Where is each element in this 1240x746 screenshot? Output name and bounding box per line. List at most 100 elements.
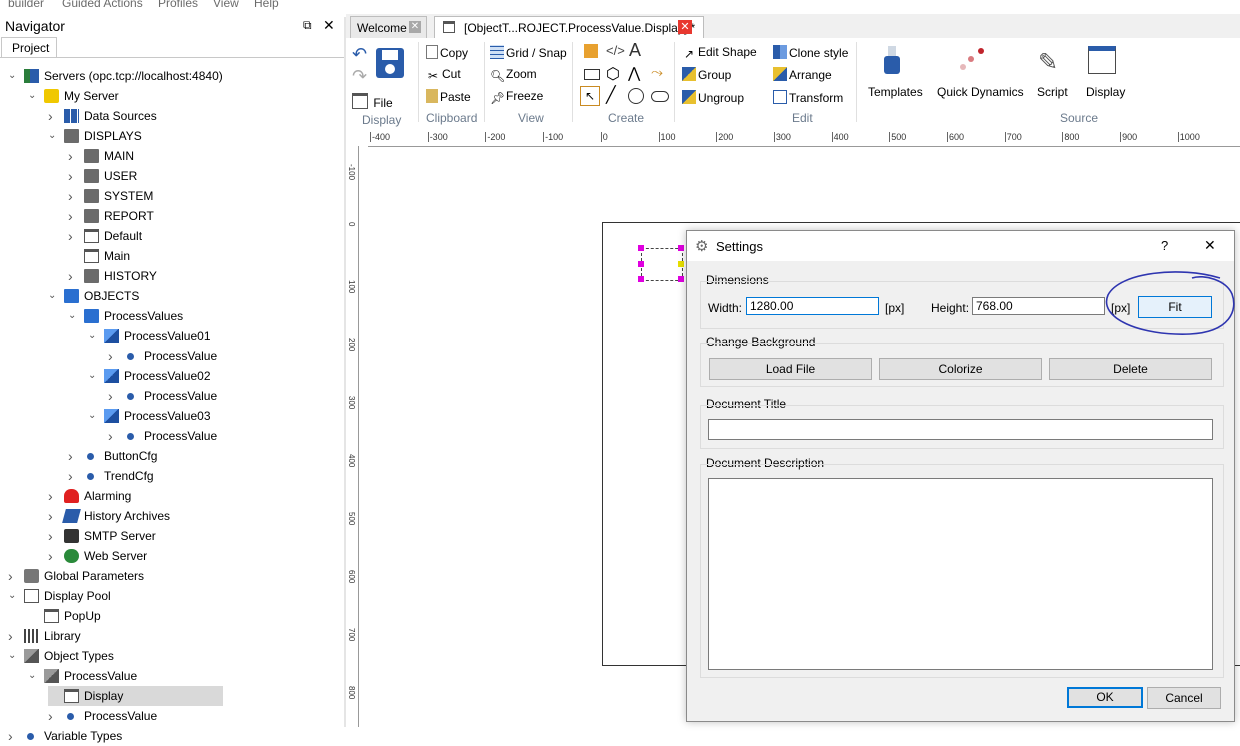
chevron-down-icon[interactable]: ⌄	[28, 86, 40, 106]
menu-view[interactable]: View	[213, 0, 239, 10]
selection-handle[interactable]	[638, 276, 644, 282]
selection-handle[interactable]	[638, 261, 644, 267]
chevron-right-icon[interactable]: ›	[68, 146, 80, 166]
rectangle-icon[interactable]	[584, 69, 600, 80]
chevron-right-icon[interactable]: ›	[68, 446, 80, 466]
close-icon[interactable]: ✕	[409, 21, 421, 33]
menu-help[interactable]: Help	[254, 0, 279, 10]
ellipse-icon[interactable]	[651, 91, 669, 102]
chevron-down-icon[interactable]: ⌄	[8, 66, 20, 86]
display-source-button[interactable]: Display	[1086, 85, 1125, 99]
zoom-button[interactable]: 🔍︎Zoom	[490, 67, 537, 83]
float-icon[interactable]: ⧉	[303, 18, 312, 33]
redo-icon[interactable]: ↷	[352, 66, 367, 87]
menu-builder[interactable]: builder	[8, 0, 44, 10]
chevron-right-icon[interactable]: ›	[48, 506, 60, 526]
tab-project[interactable]: Project	[1, 37, 57, 58]
edit-shape-button[interactable]: ↗ Edit Shape	[682, 45, 757, 61]
cut-button[interactable]: ✂ Cut	[426, 67, 461, 83]
tab-display[interactable]: [ObjectT...ROJECT.ProcessValue.Display] …	[434, 16, 704, 39]
width-input[interactable]	[746, 297, 879, 315]
chevron-right-icon[interactable]: ›	[8, 726, 20, 746]
ruler-tick-label: 200	[716, 132, 734, 142]
line-icon[interactable]: ╱	[606, 85, 616, 105]
circle-icon[interactable]	[628, 88, 644, 104]
arrange-label: Arrange	[789, 68, 832, 82]
menu-profiles[interactable]: Profiles	[158, 0, 198, 10]
copy-button[interactable]: Copy	[426, 45, 468, 60]
close-icon[interactable]: ✕	[678, 20, 692, 34]
arrange-button[interactable]: Arrange	[773, 67, 832, 82]
ruler-tick-label: 400	[831, 132, 849, 142]
undo-icon[interactable]: ↶	[352, 44, 367, 65]
chevron-down-icon[interactable]: ⌄	[88, 326, 100, 346]
script-button[interactable]: Script	[1037, 85, 1068, 99]
image-icon[interactable]	[584, 44, 598, 58]
dialog-titlebar[interactable]: ⚙ Settings ? ✕	[687, 231, 1234, 261]
chevron-right-icon[interactable]: ›	[8, 566, 20, 586]
polygon-icon[interactable]: ⬡	[606, 64, 620, 84]
save-icon[interactable]	[376, 48, 404, 78]
chevron-right-icon[interactable]: ›	[68, 266, 80, 286]
document-title-input[interactable]	[708, 419, 1213, 440]
chevron-right-icon[interactable]: ›	[8, 626, 20, 646]
selected-object[interactable]	[641, 248, 683, 281]
help-button[interactable]: ?	[1161, 238, 1168, 253]
text-icon[interactable]: A	[629, 40, 641, 61]
height-input[interactable]	[972, 297, 1105, 315]
colorize-button[interactable]: Colorize	[879, 358, 1042, 380]
chevron-right-icon[interactable]: ›	[68, 166, 80, 186]
cancel-button[interactable]: Cancel	[1147, 687, 1221, 709]
close-icon[interactable]: ✕	[323, 17, 335, 34]
transform-button[interactable]: Transform	[773, 90, 843, 105]
quick-dynamics-button[interactable]: Quick Dynamics	[937, 85, 1024, 99]
file-button[interactable]: File	[352, 93, 393, 110]
group-label: Group	[698, 68, 732, 82]
templates-button[interactable]: Templates	[868, 85, 923, 99]
chevron-right-icon[interactable]: ›	[68, 466, 80, 486]
clone-style-button[interactable]: Clone style	[773, 45, 848, 60]
selection-handle[interactable]	[678, 245, 684, 251]
freeze-button[interactable]: 📌︎Freeze	[490, 89, 543, 105]
chevron-down-icon[interactable]: ⌄	[48, 126, 60, 146]
chevron-right-icon[interactable]: ›	[108, 426, 120, 446]
chevron-down-icon[interactable]: ⌄	[8, 586, 20, 606]
pipe-icon[interactable]: ⤳	[651, 64, 663, 81]
chevron-down-icon[interactable]: ⌄	[28, 666, 40, 686]
chevron-right-icon[interactable]: ›	[108, 386, 120, 406]
selection-handle[interactable]	[638, 245, 644, 251]
selection-handle[interactable]	[678, 276, 684, 282]
chevron-right-icon[interactable]: ›	[48, 526, 60, 546]
selection-handle[interactable]	[678, 261, 684, 267]
tab-welcome[interactable]: Welcome ✕	[350, 16, 427, 39]
tree-item[interactable]: Display	[48, 686, 223, 706]
code-icon[interactable]: </>	[606, 43, 625, 58]
chevron-right-icon[interactable]: ›	[68, 226, 80, 246]
chevron-right-icon[interactable]: ›	[48, 706, 60, 726]
freeze-label: Freeze	[506, 89, 544, 103]
ungroup-button[interactable]: Ungroup	[682, 90, 744, 105]
chevron-right-icon[interactable]: ›	[48, 106, 60, 126]
chevron-down-icon[interactable]: ⌄	[8, 646, 20, 666]
paste-button[interactable]: Paste	[426, 89, 471, 104]
select-arrow-icon[interactable]: ↖	[580, 86, 600, 106]
chevron-right-icon[interactable]: ›	[48, 486, 60, 506]
tree-item-label: My Server	[64, 89, 119, 103]
chevron-down-icon[interactable]: ⌄	[48, 286, 60, 306]
chevron-down-icon[interactable]: ⌄	[88, 366, 100, 386]
group-button[interactable]: Group	[682, 67, 731, 82]
close-button[interactable]: ✕	[1204, 237, 1216, 254]
chevron-right-icon[interactable]: ›	[48, 546, 60, 566]
ok-button[interactable]: OK	[1067, 687, 1143, 708]
chevron-right-icon[interactable]: ›	[68, 206, 80, 226]
chevron-right-icon[interactable]: ›	[108, 346, 120, 366]
document-description-input[interactable]	[708, 478, 1213, 670]
polyline-icon[interactable]: ⋀	[628, 64, 640, 82]
chevron-right-icon[interactable]: ›	[68, 186, 80, 206]
grid-snap-button[interactable]: Grid / Snap	[490, 45, 567, 60]
chevron-down-icon[interactable]: ⌄	[68, 306, 80, 326]
load-file-button[interactable]: Load File	[709, 358, 872, 380]
menu-guided-actions[interactable]: Guided Actions	[62, 0, 143, 10]
chevron-down-icon[interactable]: ⌄	[88, 406, 100, 426]
delete-button[interactable]: Delete	[1049, 358, 1212, 380]
